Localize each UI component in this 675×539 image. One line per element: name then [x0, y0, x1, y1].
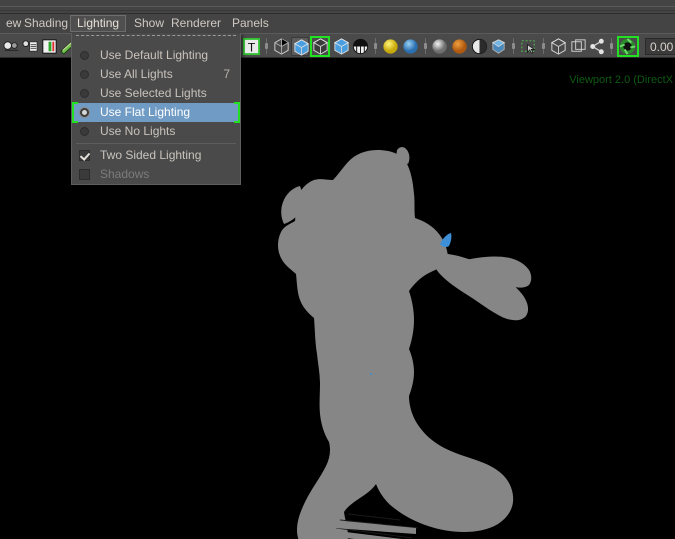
top-strip-ridge [0, 6, 675, 7]
character-body-path [278, 150, 532, 539]
exposure-value-field[interactable]: 0.00 [645, 38, 675, 55]
text-display-icon[interactable]: T [242, 37, 261, 56]
exposure-icon[interactable] [569, 37, 587, 56]
hardware-texturing-icon[interactable] [470, 37, 488, 56]
shadows-icon[interactable] [430, 37, 448, 56]
xray-joints-icon[interactable] [549, 37, 567, 56]
smooth-shade-all-icon[interactable] [291, 37, 310, 56]
wireframe-shading-icon[interactable] [272, 37, 290, 56]
selection-bracket-right [234, 102, 240, 123]
texture-display-icon[interactable] [450, 37, 468, 56]
svg-text:T: T [248, 40, 256, 54]
menu-item-label: Shadows [100, 167, 150, 181]
gamma-icon[interactable] [617, 36, 639, 57]
menu-item-label: Use No Lights [100, 124, 176, 138]
checkbox-indicator-icon [79, 150, 90, 161]
menu-shading[interactable]: Shading [18, 15, 74, 32]
radio-indicator-icon [80, 51, 89, 60]
menu-item-label: Use Default Lighting [100, 48, 209, 62]
menu-panels[interactable]: Panels [226, 15, 275, 32]
toolbar-separator[interactable] [424, 38, 427, 54]
menu-item-two-sided-lighting[interactable]: Two Sided Lighting [72, 146, 240, 165]
toolbar-separator[interactable] [265, 38, 268, 54]
menu-lighting[interactable]: Lighting [70, 15, 127, 32]
menu-item-use-default-lighting[interactable]: Use Default Lighting [72, 46, 240, 65]
toolbar-separator[interactable] [610, 38, 613, 54]
xray-display-icon[interactable] [489, 37, 507, 56]
menu-item-label: Use Flat Lighting [100, 105, 191, 119]
light-all-icon[interactable] [401, 37, 419, 56]
select-by-component-icon[interactable] [21, 37, 39, 56]
menu-separator [76, 143, 236, 144]
toolbar-separator[interactable] [374, 38, 377, 54]
toolbar-separator[interactable] [542, 38, 545, 54]
menu-item-use-all-lights[interactable]: Use All Lights 7 [72, 65, 240, 84]
isolate-select-icon[interactable] [519, 37, 537, 56]
menu-item-shortcut: 7 [223, 67, 230, 81]
menu-renderer[interactable]: Renderer [165, 15, 227, 32]
maya-viewport-window: ew Shading Lighting Show Renderer Panels 0.00… [0, 0, 675, 539]
checkbox-indicator-icon [79, 169, 90, 180]
radio-indicator-icon [80, 70, 89, 79]
selected-vertex-dot[interactable] [370, 373, 372, 375]
menu-item-label: Two Sided Lighting [100, 148, 202, 162]
radio-indicator-icon [80, 108, 89, 117]
toolbar-separator[interactable] [512, 38, 515, 54]
menu-item-use-no-lights[interactable]: Use No Lights [72, 122, 240, 141]
smooth-shade-selected-icon[interactable] [332, 37, 350, 56]
menu-show[interactable]: Show [128, 15, 170, 32]
wireframe-on-shaded-icon[interactable] [351, 37, 369, 56]
share-viewport-icon[interactable] [588, 37, 606, 56]
viewport-menu-bar: ew Shading Lighting Show Renderer Panels [0, 14, 675, 33]
menu-item-shadows: Shadows [72, 165, 240, 184]
light-default-icon[interactable] [381, 37, 399, 56]
selection-bracket-left [72, 102, 78, 123]
top-strip-ridge-shadow [0, 10, 675, 11]
select-by-object-icon[interactable] [2, 37, 20, 56]
menu-item-use-selected-lights[interactable]: Use Selected Lights [72, 84, 240, 103]
flat-shade-icon[interactable] [310, 36, 330, 57]
lighting-dropdown-menu[interactable]: Use Default Lighting Use All Lights 7 Use S… [71, 33, 241, 185]
menu-tearoff-handle[interactable] [76, 35, 236, 44]
window-top-strip [0, 0, 675, 14]
menu-item-label: Use All Lights [100, 67, 173, 81]
radio-indicator-icon [80, 127, 89, 136]
menu-item-label: Use Selected Lights [100, 86, 207, 100]
menu-item-use-flat-lighting[interactable]: Use Flat Lighting [72, 102, 240, 123]
render-settings-icon[interactable] [40, 37, 58, 56]
radio-indicator-icon [80, 89, 89, 98]
